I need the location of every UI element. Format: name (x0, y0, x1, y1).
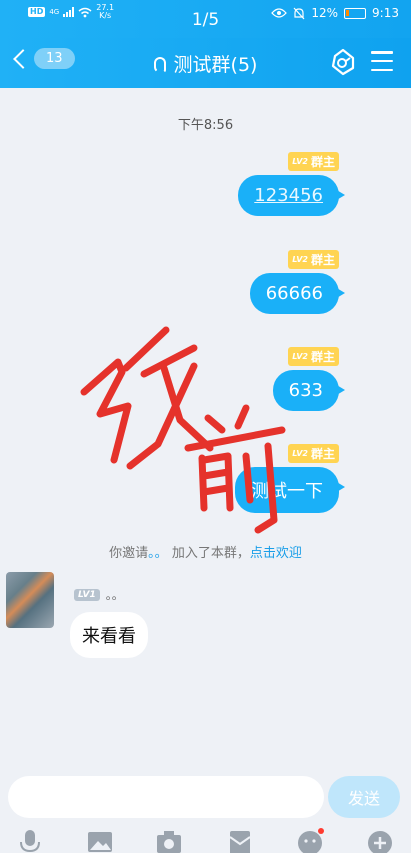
ear-icon (153, 57, 166, 73)
level-label: LV2 (292, 449, 308, 458)
plus-icon[interactable] (366, 828, 394, 853)
message-bubble[interactable]: 633 (272, 370, 346, 411)
message-input[interactable] (8, 776, 324, 818)
role-label: 群主 (310, 350, 335, 364)
invitee-name[interactable]: 。。 (148, 546, 168, 561)
avatar[interactable] (6, 572, 54, 628)
welcome-link[interactable]: 点击欢迎 (250, 546, 302, 561)
sent-message: LV2 群主 测试一下 (235, 444, 345, 513)
owner-badge: LV2 群主 (288, 347, 339, 366)
sent-message: LV2 群主 633 (272, 347, 346, 411)
battery-percent: 12% (311, 6, 339, 20)
sent-message: LV2 群主 66666 (249, 250, 346, 314)
message-bubble[interactable]: 测试一下 (235, 467, 345, 513)
clock: 9:13 (372, 6, 399, 20)
group-call-icon[interactable] (329, 48, 357, 76)
owner-badge: LV2 群主 (288, 152, 339, 171)
group-name: 测试群(5) (173, 54, 258, 76)
eye-icon (271, 8, 288, 18)
role-label: 群主 (310, 447, 335, 461)
level-label: LV2 (292, 255, 308, 264)
composer: 发送 (0, 768, 411, 828)
mic-icon[interactable] (16, 828, 44, 853)
camera-icon[interactable] (155, 828, 183, 853)
received-message-bubble[interactable]: 来看看 (70, 612, 148, 658)
chat-header: 13 测试群(5) (0, 38, 411, 88)
notice-middle: 加入了本群， (171, 546, 250, 561)
red-packet-icon[interactable] (226, 828, 254, 853)
battery-icon (344, 7, 367, 19)
level-label: LV2 (292, 352, 308, 361)
message-bubble[interactable]: 66666 (249, 273, 346, 314)
level-label: LV2 (292, 157, 308, 166)
owner-badge: LV2 群主 (288, 444, 339, 463)
sender-info: LV1 。。 (74, 586, 124, 603)
sender-nickname[interactable]: 。。 (106, 586, 124, 603)
message-bubble[interactable]: 123456 (238, 175, 345, 216)
status-right-icons: 12% 9:13 (271, 6, 399, 20)
image-icon[interactable] (86, 828, 114, 853)
emoji-button[interactable] (296, 828, 324, 853)
input-toolbar (0, 826, 411, 853)
chat-timestamp: 下午8:56 (177, 118, 234, 133)
mute-bell-icon (293, 7, 305, 19)
level-badge: LV1 (74, 588, 100, 601)
notification-dot (318, 828, 324, 834)
role-label: 群主 (310, 253, 335, 267)
role-label: 群主 (310, 155, 335, 169)
menu-icon[interactable] (371, 51, 393, 71)
send-button[interactable]: 发送 (328, 776, 400, 818)
status-bar: HD 4G 27.1 K/s 1/5 12% 9:13 (0, 0, 411, 38)
owner-badge: LV2 群主 (288, 250, 339, 269)
notice-prefix: 你邀请 (109, 546, 149, 561)
system-notice: 你邀请。。 加入了本群，点击欢迎 (0, 542, 411, 561)
sent-message: LV2 群主 123456 (238, 152, 345, 216)
